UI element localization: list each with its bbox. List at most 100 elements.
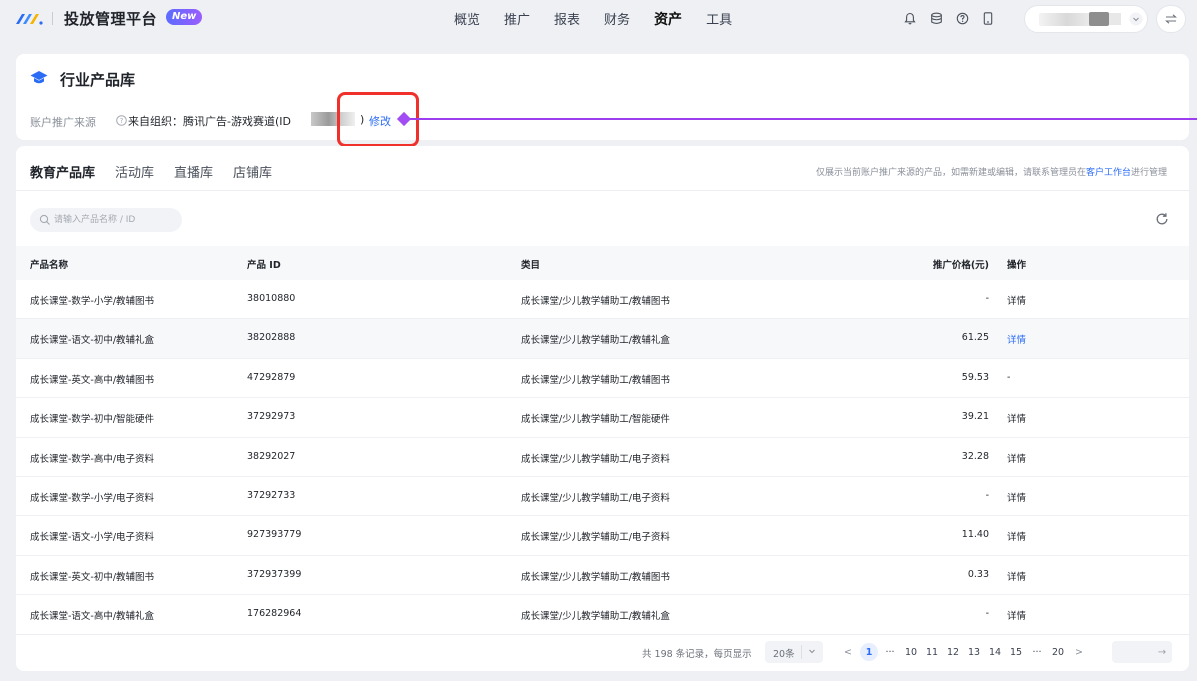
account-selector[interactable] bbox=[1024, 5, 1148, 33]
page-13[interactable]: 13 bbox=[965, 643, 983, 661]
page-10[interactable]: 10 bbox=[902, 643, 920, 661]
column-header-name: 产品名称 bbox=[30, 260, 69, 271]
switch-icon bbox=[1165, 14, 1177, 24]
cell-product-id: 372937399 bbox=[247, 568, 302, 580]
logo-icon[interactable] bbox=[14, 10, 44, 26]
cell-product-name: 成长课堂-数学-小学/电子资料 bbox=[30, 492, 155, 504]
table-row[interactable]: 成长课堂-语文-初中/教辅礼盒 38202888 成长课堂/少儿教学辅助工/教辅… bbox=[16, 319, 1189, 359]
cell-product-id: 38010880 bbox=[247, 293, 296, 304]
tab-education-products[interactable]: 教育产品库 bbox=[30, 162, 95, 181]
cell-product-id: 927393779 bbox=[247, 529, 302, 541]
cell-product-name: 成长课堂-数学-初中/智能硬件 bbox=[30, 414, 155, 426]
page-ellipsis-left[interactable]: ··· bbox=[881, 643, 899, 661]
app-title: 投放管理平台 bbox=[64, 10, 158, 28]
nav-promotion[interactable]: 推广 bbox=[504, 9, 530, 29]
cell-price: 39.21 bbox=[961, 411, 989, 423]
management-notice: 仅展示当前账户推广来源的产品，如需新建或编辑，请联系管理员在客户工作台进行管理 bbox=[816, 165, 1167, 178]
cell-product-id: 176282964 bbox=[247, 608, 302, 620]
search-input[interactable] bbox=[54, 208, 178, 232]
tab-stores[interactable]: 店铺库 bbox=[233, 162, 272, 181]
details-link[interactable]: 详情 bbox=[1007, 608, 1026, 622]
page-15[interactable]: 15 bbox=[1007, 643, 1025, 661]
cell-product-name: 成长课堂-语文-小学/电子资料 bbox=[30, 532, 155, 544]
details-link[interactable]: 详情 bbox=[1007, 569, 1026, 583]
table-row[interactable]: 成长课堂-英文-高中/教辅图书 47292879 成长课堂/少儿教学辅助工/教辅… bbox=[16, 359, 1189, 399]
chevron-down-icon bbox=[809, 649, 815, 654]
select-divider bbox=[801, 645, 802, 659]
notice-suffix: 进行管理 bbox=[1130, 168, 1167, 178]
nav-assets[interactable]: 资产 bbox=[654, 9, 682, 29]
cell-product-name: 成长课堂-英文-初中/教辅图书 bbox=[30, 571, 155, 583]
nav-tools[interactable]: 工具 bbox=[706, 9, 732, 29]
chevron-down-icon bbox=[1129, 12, 1143, 26]
cell-product-id: 38292027 bbox=[247, 450, 296, 462]
cell-price: - bbox=[985, 608, 989, 620]
table-row[interactable]: 成长课堂-数学-小学/教辅图书 38010880 成长课堂/少儿教学辅助工/教辅… bbox=[16, 280, 1189, 320]
table-row[interactable]: 成长课堂-语文-高中/教辅礼盒 176282964 成长课堂/少儿教学辅助工/教… bbox=[16, 595, 1189, 635]
details-link[interactable]: 详情 bbox=[1007, 411, 1026, 425]
tab-activities[interactable]: 活动库 bbox=[115, 162, 154, 181]
page-ellipsis-right[interactable]: ··· bbox=[1028, 643, 1046, 661]
table-header: 产品名称 产品 ID 类目 推广价格(元) 操作 bbox=[16, 246, 1189, 280]
cell-category: 成长课堂/少儿教学辅助工/电子资料 bbox=[521, 492, 670, 504]
table-row[interactable]: 成长课堂-英文-初中/教辅图书 372937399 成长课堂/少儿教学辅助工/教… bbox=[16, 556, 1189, 596]
nav-overview[interactable]: 概览 bbox=[454, 9, 480, 29]
details-link[interactable]: 详情 bbox=[1007, 451, 1026, 465]
help-circle-icon[interactable] bbox=[952, 9, 972, 27]
logo-divider bbox=[52, 12, 53, 25]
cell-product-name: 成长课堂-语文-高中/教辅礼盒 bbox=[30, 611, 155, 623]
page-1[interactable]: 1 bbox=[860, 643, 878, 661]
arrow-right-icon[interactable]: → bbox=[1152, 641, 1172, 663]
product-search bbox=[30, 208, 182, 232]
source-organization: 来自组织：腾讯广告-游戏赛道(ID bbox=[128, 115, 291, 128]
bell-icon[interactable] bbox=[900, 9, 920, 27]
page-11[interactable]: 11 bbox=[923, 643, 941, 661]
cell-operation: - bbox=[1007, 371, 1011, 383]
question-circle-icon[interactable]: ? bbox=[116, 115, 127, 126]
client-workbench-link[interactable]: 客户工作台 bbox=[1086, 168, 1131, 178]
database-icon[interactable] bbox=[926, 9, 946, 27]
column-header-category: 类目 bbox=[521, 260, 541, 271]
table-row[interactable]: 成长课堂-数学-高中/电子资料 38292027 成长课堂/少儿教学辅助工/电子… bbox=[16, 438, 1189, 477]
cell-category: 成长课堂/少儿教学辅助工/教辅图书 bbox=[521, 571, 670, 583]
cell-price: 11.40 bbox=[961, 529, 989, 541]
cell-category: 成长课堂/少儿教学辅助工/电子资料 bbox=[521, 532, 670, 544]
search-icon bbox=[39, 214, 50, 225]
top-navbar: 投放管理平台 New 概览 推广 报表 财务 资产 工具 bbox=[0, 0, 1197, 38]
details-link[interactable]: 详情 bbox=[1007, 490, 1026, 504]
details-link[interactable]: 详情 bbox=[1007, 529, 1026, 543]
nav-reports[interactable]: 报表 bbox=[554, 9, 580, 29]
cell-category: 成长课堂/少儿教学辅助工/智能硬件 bbox=[521, 414, 670, 426]
cell-category: 成长课堂/少儿教学辅助工/教辅礼盒 bbox=[521, 611, 670, 623]
cell-product-id: 37292733 bbox=[247, 489, 296, 501]
page-14[interactable]: 14 bbox=[986, 643, 1004, 661]
cell-product-name: 成长课堂-数学-小学/教辅图书 bbox=[30, 296, 155, 307]
nav-finance[interactable]: 财务 bbox=[604, 9, 630, 29]
main-nav: 概览 推广 报表 财务 资产 工具 bbox=[454, 9, 756, 29]
page-12[interactable]: 12 bbox=[944, 643, 962, 661]
details-link[interactable]: 详情 bbox=[1007, 332, 1026, 346]
cell-category: 成长课堂/少儿教学辅助工/教辅图书 bbox=[521, 296, 670, 307]
cell-price: 32.28 bbox=[961, 450, 989, 462]
table-row[interactable]: 成长课堂-语文-小学/电子资料 927393779 成长课堂/少儿教学辅助工/电… bbox=[16, 516, 1189, 556]
table-row[interactable]: 成长课堂-数学-初中/智能硬件 37292973 成长课堂/少儿教学辅助工/智能… bbox=[16, 398, 1189, 438]
column-header-price: 推广价格(元) bbox=[932, 260, 989, 271]
refresh-icon[interactable] bbox=[1155, 212, 1169, 226]
cell-product-name: 成长课堂-数学-高中/电子资料 bbox=[30, 453, 155, 465]
mobile-icon[interactable] bbox=[978, 9, 998, 27]
tab-live[interactable]: 直播库 bbox=[174, 162, 213, 181]
source-label: 账户推广来源 bbox=[30, 116, 96, 129]
next-page-button[interactable]: > bbox=[1070, 643, 1088, 661]
details-link[interactable]: 详情 bbox=[1007, 293, 1026, 307]
prev-page-button[interactable]: < bbox=[839, 643, 857, 661]
page-size-select[interactable]: 20条 bbox=[765, 641, 823, 663]
page-20[interactable]: 20 bbox=[1049, 643, 1067, 661]
page-jump-input[interactable] bbox=[1112, 641, 1150, 663]
table-row[interactable]: 成长课堂-数学-小学/电子资料 37292733 成长课堂/少儿教学辅助工/电子… bbox=[16, 477, 1189, 517]
svg-text:?: ? bbox=[120, 117, 124, 125]
graduation-cap-icon bbox=[30, 71, 48, 84]
cell-category: 成长课堂/少儿教学辅助工/教辅礼盒 bbox=[521, 335, 670, 347]
cell-price: - bbox=[985, 489, 989, 501]
switch-account-button[interactable] bbox=[1156, 5, 1186, 33]
page-list: < 1 ··· 10 11 12 13 14 15 ··· 20 > bbox=[839, 641, 1091, 663]
